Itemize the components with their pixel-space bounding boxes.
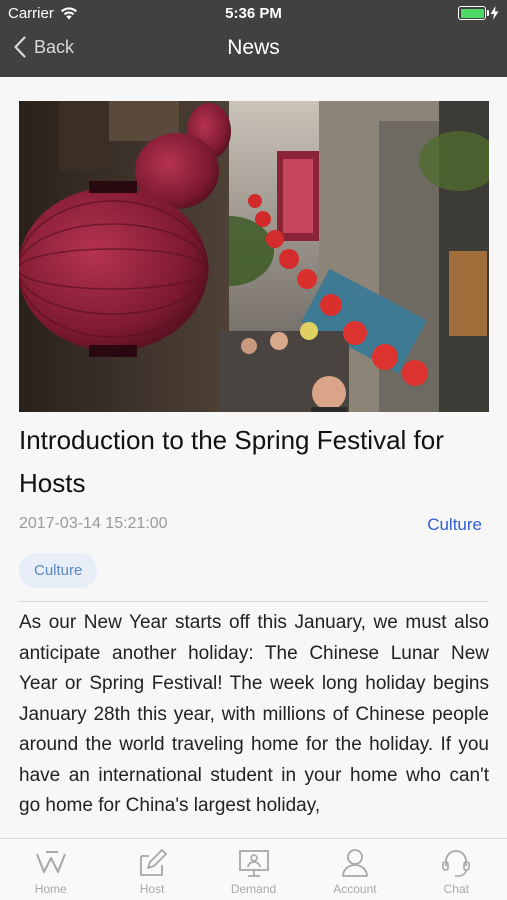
top-bar: Carrier 5:36 PM Back News — [0, 0, 507, 77]
home-w-icon — [35, 851, 66, 873]
tab-host-label: Host — [139, 882, 165, 896]
tab-home[interactable]: Home — [0, 839, 101, 900]
charging-bolt-icon — [490, 6, 499, 20]
tab-account-label: Account — [333, 882, 377, 896]
page-title: News — [227, 36, 280, 59]
battery-fill — [460, 8, 484, 18]
tab-bar: Home Host Demand Account Chat — [0, 838, 507, 900]
divider — [19, 601, 489, 602]
tab-chat[interactable]: Chat — [406, 839, 507, 900]
navigation-bar: Back News — [0, 28, 507, 77]
article-hero-image — [19, 101, 489, 412]
status-time: 5:36 PM — [225, 5, 282, 22]
article-title: Introduction to the Spring Festival for … — [19, 425, 444, 498]
chat-headset-icon — [442, 850, 471, 877]
account-person-icon — [342, 849, 368, 877]
battery-icon — [458, 6, 489, 20]
status-bar: Carrier 5:36 PM — [0, 0, 507, 28]
tab-account[interactable]: Account — [304, 839, 405, 900]
article-content[interactable]: Introduction to the Spring Festival for … — [0, 77, 507, 838]
tab-chat-label: Chat — [443, 882, 469, 896]
lantern-street-photo — [19, 101, 489, 412]
tab-home-label: Home — [34, 882, 67, 896]
demand-screen-icon — [238, 850, 269, 877]
tab-demand-label: Demand — [230, 882, 277, 896]
host-edit-icon — [140, 849, 168, 876]
news-detail-screen: Carrier 5:36 PM Back News Introduction t… — [0, 0, 507, 900]
tab-host[interactable]: Host — [101, 839, 202, 900]
tab-demand[interactable]: Demand — [203, 839, 304, 900]
battery-indicator — [458, 6, 499, 20]
article-date: 2017-03-14 15:21:00 — [19, 515, 168, 532]
article-category-link[interactable]: Culture — [427, 515, 482, 535]
article-body: As our New Year starts off this January,… — [19, 612, 489, 816]
article-tag[interactable]: Culture — [19, 553, 98, 588]
